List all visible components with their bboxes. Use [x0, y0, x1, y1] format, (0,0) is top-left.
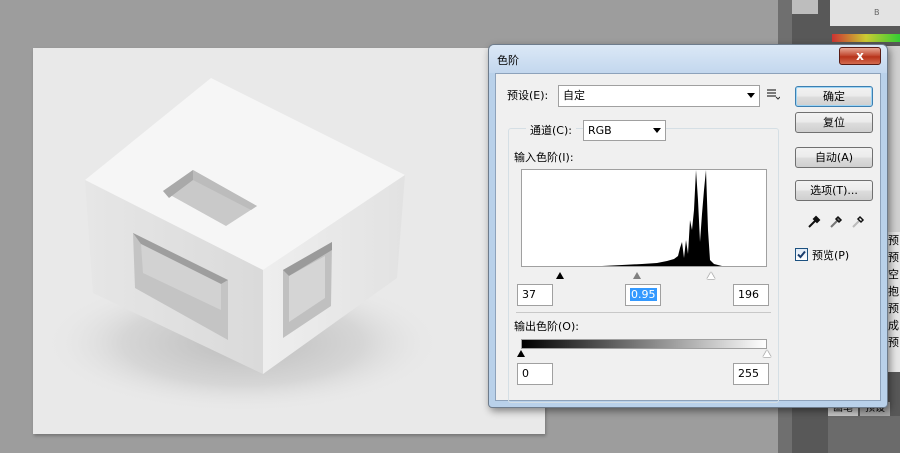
input-gamma-field[interactable]: 0.95	[625, 284, 661, 306]
channel-letter: B	[874, 8, 880, 17]
chevron-down-icon	[747, 93, 755, 98]
white-eyedropper-icon[interactable]	[850, 214, 866, 230]
bottom-panel	[828, 416, 900, 453]
histogram	[521, 169, 767, 267]
chevron-down-icon	[653, 128, 661, 133]
histogram-graph	[602, 170, 722, 266]
side-label: 预	[888, 336, 899, 349]
output-gradient-bar	[521, 339, 767, 349]
panel-collapse-button[interactable]	[792, 0, 818, 14]
checkmark-icon	[797, 250, 806, 259]
divider	[516, 312, 771, 313]
document-canvas[interactable]	[33, 48, 545, 434]
reset-button[interactable]: 复位	[795, 112, 873, 133]
input-black-field[interactable]: 37	[517, 284, 553, 306]
side-label: 抱	[888, 285, 899, 298]
output-black-field[interactable]: 0	[517, 363, 553, 385]
side-label: 空	[888, 268, 899, 281]
output-black-slider[interactable]	[517, 350, 525, 357]
input-black-slider[interactable]	[556, 272, 564, 279]
input-levels-label: 输入色阶(I):	[514, 151, 574, 164]
black-eyedropper-icon[interactable]	[806, 214, 822, 230]
cube-render-image	[43, 78, 443, 413]
preset-label: 预设(E):	[507, 89, 549, 102]
dialog-body: 预设(E): 自定 确定 复位 自动(A) 选项(T)... 预览(P) 通道(…	[495, 73, 881, 403]
preview-checkbox[interactable]	[795, 248, 808, 261]
color-slider-panel[interactable]: B	[830, 0, 900, 26]
levels-dialog: 色阶 x 预设(E): 自定 确定 复位 自动(A) 选项(T)... 预览(P…	[488, 44, 888, 408]
input-slider-track[interactable]	[521, 272, 767, 282]
input-white-field[interactable]: 196	[733, 284, 769, 306]
output-slider-track[interactable]	[517, 350, 771, 358]
side-label: 预	[888, 302, 899, 315]
side-label: 成	[888, 319, 899, 332]
gray-eyedropper-icon[interactable]	[828, 214, 844, 230]
input-white-slider[interactable]	[707, 272, 715, 279]
input-gamma-slider[interactable]	[633, 272, 641, 279]
output-white-slider[interactable]	[763, 350, 771, 357]
close-icon: x	[856, 49, 864, 63]
output-levels-label: 输出色阶(O):	[514, 320, 579, 333]
side-label: 预	[888, 234, 899, 247]
preset-value: 自定	[563, 89, 585, 102]
channel-label: 通道(C):	[526, 124, 576, 137]
dialog-title: 色阶	[497, 54, 519, 67]
color-ramp[interactable]	[832, 34, 900, 42]
options-button[interactable]: 选项(T)...	[795, 180, 873, 201]
output-white-field[interactable]: 255	[733, 363, 769, 385]
channel-value: RGB	[588, 124, 612, 137]
dialog-titlebar[interactable]: 色阶 x	[489, 45, 887, 73]
channel-select[interactable]: RGB	[583, 120, 666, 141]
auto-button[interactable]: 自动(A)	[795, 147, 873, 168]
panel-labels-strip: 预 预 空 抱 预 成 预	[888, 232, 900, 372]
close-button[interactable]: x	[839, 47, 881, 65]
preview-label[interactable]: 预览(P)	[812, 249, 849, 262]
ok-button[interactable]: 确定	[795, 86, 873, 107]
side-label: 预	[888, 251, 899, 264]
preset-select[interactable]: 自定	[558, 85, 760, 107]
list-options-icon[interactable]	[766, 87, 781, 101]
